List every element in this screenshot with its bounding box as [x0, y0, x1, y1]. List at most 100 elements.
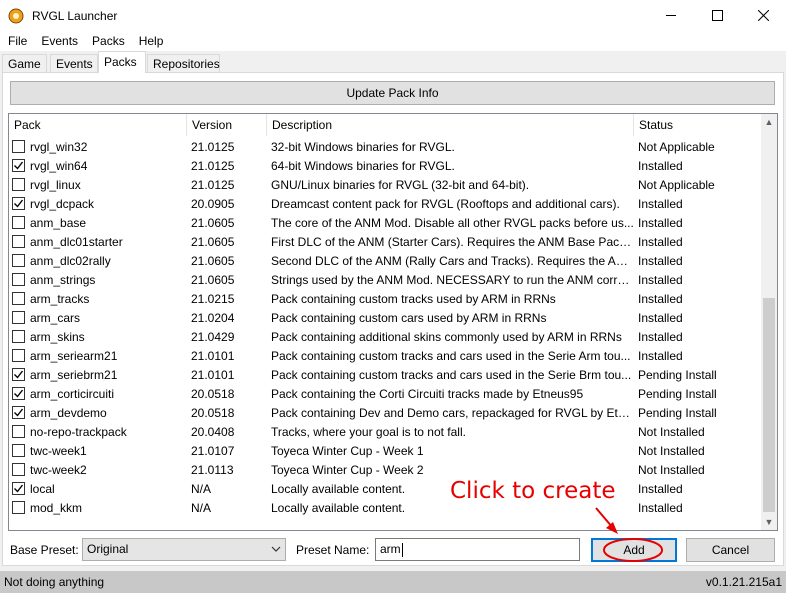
table-row[interactable]: no-repo-trackpack 20.0408 Tracks, where yo…	[9, 422, 763, 441]
close-icon	[757, 10, 769, 21]
table-row[interactable]: arm_devdemo 20.0518 Pack containing Dev an…	[9, 403, 763, 422]
description-cell: Second DLC of the ANM (Rally Cars and Tr…	[271, 253, 634, 268]
menu-file[interactable]: File	[0, 34, 34, 48]
base-preset-label: Base Preset:	[10, 543, 79, 557]
version-cell: 20.0518	[191, 386, 235, 401]
version-cell: 21.0125	[191, 177, 235, 192]
status-text: Not doing anything	[4, 575, 105, 589]
status-cell: Installed	[638, 291, 683, 306]
pack-checkbox[interactable]	[12, 235, 25, 248]
table-row[interactable]: arm_corticircuiti 20.0518 Pack containing …	[9, 384, 763, 403]
tab-packs[interactable]: Packs	[98, 51, 146, 73]
pack-cell: arm_devdemo	[9, 406, 187, 420]
description-cell: Pack containing custom tracks and cars u…	[271, 348, 631, 363]
table-row[interactable]: arm_seriearm21 21.0101 Pack containing cus…	[9, 346, 763, 365]
status-cell: Pending Install	[638, 386, 717, 401]
tab-events[interactable]: Events	[50, 54, 98, 73]
pack-name: no-repo-trackpack	[30, 424, 127, 439]
pack-checkbox[interactable]	[12, 178, 25, 191]
close-button[interactable]	[740, 0, 786, 31]
pack-checkbox[interactable]	[12, 501, 25, 514]
table-row[interactable]: twc-week1 21.0107 Toyeca Winter Cup - Week…	[9, 441, 763, 460]
pack-checkbox[interactable]	[12, 482, 25, 495]
pack-checkbox[interactable]	[12, 330, 25, 343]
pack-checkbox[interactable]	[12, 311, 25, 324]
preset-name-input[interactable]: arm	[375, 538, 580, 561]
tab-game[interactable]: Game	[2, 54, 47, 73]
maximize-icon	[711, 10, 723, 21]
column-header-description[interactable]: Description	[267, 114, 634, 136]
scroll-down-icon[interactable]: ▼	[761, 514, 777, 530]
pack-name: local	[30, 481, 55, 496]
table-row[interactable]: mod_kkm N/A Locally available content. Inst…	[9, 498, 763, 517]
pack-checkbox[interactable]	[12, 349, 25, 362]
version-cell: 20.0518	[191, 405, 235, 420]
pack-checkbox[interactable]	[12, 273, 25, 286]
pack-checkbox[interactable]	[12, 159, 25, 172]
description-cell: Toyeca Winter Cup - Week 2	[271, 462, 424, 477]
table-row[interactable]: anm_dlc02rally 21.0605 Second DLC of the A…	[9, 251, 763, 270]
table-row[interactable]: anm_base 21.0605 The core of the ANM Mod. …	[9, 213, 763, 232]
table-row[interactable]: twc-week2 21.0113 Toyeca Winter Cup - Week…	[9, 460, 763, 479]
pack-checkbox[interactable]	[12, 197, 25, 210]
update-pack-info-button[interactable]: Update Pack Info	[10, 81, 775, 105]
scroll-thumb[interactable]	[763, 298, 775, 512]
table-row[interactable]: rvgl_win64 21.0125 64-bit Windows binaries…	[9, 156, 763, 175]
pack-name: rvgl_dcpack	[30, 196, 95, 211]
description-cell: Toyeca Winter Cup - Week 1	[271, 443, 424, 458]
column-header-status[interactable]: Status	[634, 114, 763, 136]
table-row[interactable]: anm_strings 21.0605 Strings used by the AN…	[9, 270, 763, 289]
scroll-up-icon[interactable]: ▲	[761, 114, 777, 130]
pack-cell: arm_seriebrm21	[9, 368, 187, 382]
table-row[interactable]: rvgl_dcpack 20.0905 Dreamcast content pack…	[9, 194, 763, 213]
version-cell: 21.0605	[191, 215, 235, 230]
rvgl-app-icon	[8, 8, 24, 23]
menu-packs[interactable]: Packs	[85, 34, 132, 48]
base-preset-select[interactable]: Original	[82, 538, 286, 561]
description-cell: Pack containing custom tracks used by AR…	[271, 291, 556, 306]
pack-checkbox[interactable]	[12, 254, 25, 267]
table-row[interactable]: rvgl_win32 21.0125 32-bit Windows binaries…	[9, 137, 763, 156]
column-header-pack[interactable]: Pack	[9, 114, 187, 136]
pack-cell: rvgl_dcpack	[9, 197, 187, 211]
pack-cell: arm_tracks	[9, 292, 187, 306]
pack-name: arm_seriearm21	[30, 348, 118, 363]
menu-help[interactable]: Help	[132, 34, 171, 48]
table-row[interactable]: rvgl_linux 21.0125 GNU/Linux binaries for …	[9, 175, 763, 194]
pack-checkbox[interactable]	[12, 425, 25, 438]
vertical-scrollbar[interactable]: ▲ ▼	[761, 114, 777, 530]
cancel-button[interactable]: Cancel	[686, 538, 775, 562]
pack-checkbox[interactable]	[12, 368, 25, 381]
pack-checkbox[interactable]	[12, 406, 25, 419]
table-row[interactable]: anm_dlc01starter 21.0605 First DLC of the …	[9, 232, 763, 251]
table-row[interactable]: local N/A Locally available content. Instal…	[9, 479, 763, 498]
status-cell: Not Installed	[638, 462, 705, 477]
minimize-button[interactable]	[648, 0, 694, 31]
menu-events[interactable]: Events	[34, 34, 85, 48]
status-cell: Pending Install	[638, 405, 717, 420]
pack-checkbox[interactable]	[12, 140, 25, 153]
add-button[interactable]: Add	[591, 538, 677, 562]
pack-checkbox[interactable]	[12, 292, 25, 305]
pack-cell: anm_dlc02rally	[9, 254, 187, 268]
table-row[interactable]: arm_skins 21.0429 Pack containing addition…	[9, 327, 763, 346]
pack-checkbox[interactable]	[12, 463, 25, 476]
pack-checkbox[interactable]	[12, 387, 25, 400]
preset-bar: Base Preset: Original Preset Name: arm A…	[0, 536, 786, 564]
pack-cell: rvgl_win32	[9, 140, 187, 154]
table-row[interactable]: arm_tracks 21.0215 Pack containing custom …	[9, 289, 763, 308]
checkmark-icon	[14, 389, 24, 398]
version-cell: 21.0113	[191, 462, 234, 477]
tab-repositories[interactable]: Repositories	[147, 54, 220, 73]
column-header-version[interactable]: Version	[187, 114, 267, 136]
version-cell: 21.0605	[191, 234, 235, 249]
version-cell: 21.0429	[191, 329, 235, 344]
maximize-button[interactable]	[694, 0, 740, 31]
pack-checkbox[interactable]	[12, 444, 25, 457]
pack-name: rvgl_win64	[30, 158, 88, 173]
pack-list[interactable]: Pack Version Description Status rvgl_win…	[8, 113, 778, 531]
table-row[interactable]: arm_seriebrm21 21.0101 Pack containing cus…	[9, 365, 763, 384]
status-cell: Installed	[638, 481, 683, 496]
table-row[interactable]: arm_cars 21.0204 Pack containing custom ca…	[9, 308, 763, 327]
pack-checkbox[interactable]	[12, 216, 25, 229]
